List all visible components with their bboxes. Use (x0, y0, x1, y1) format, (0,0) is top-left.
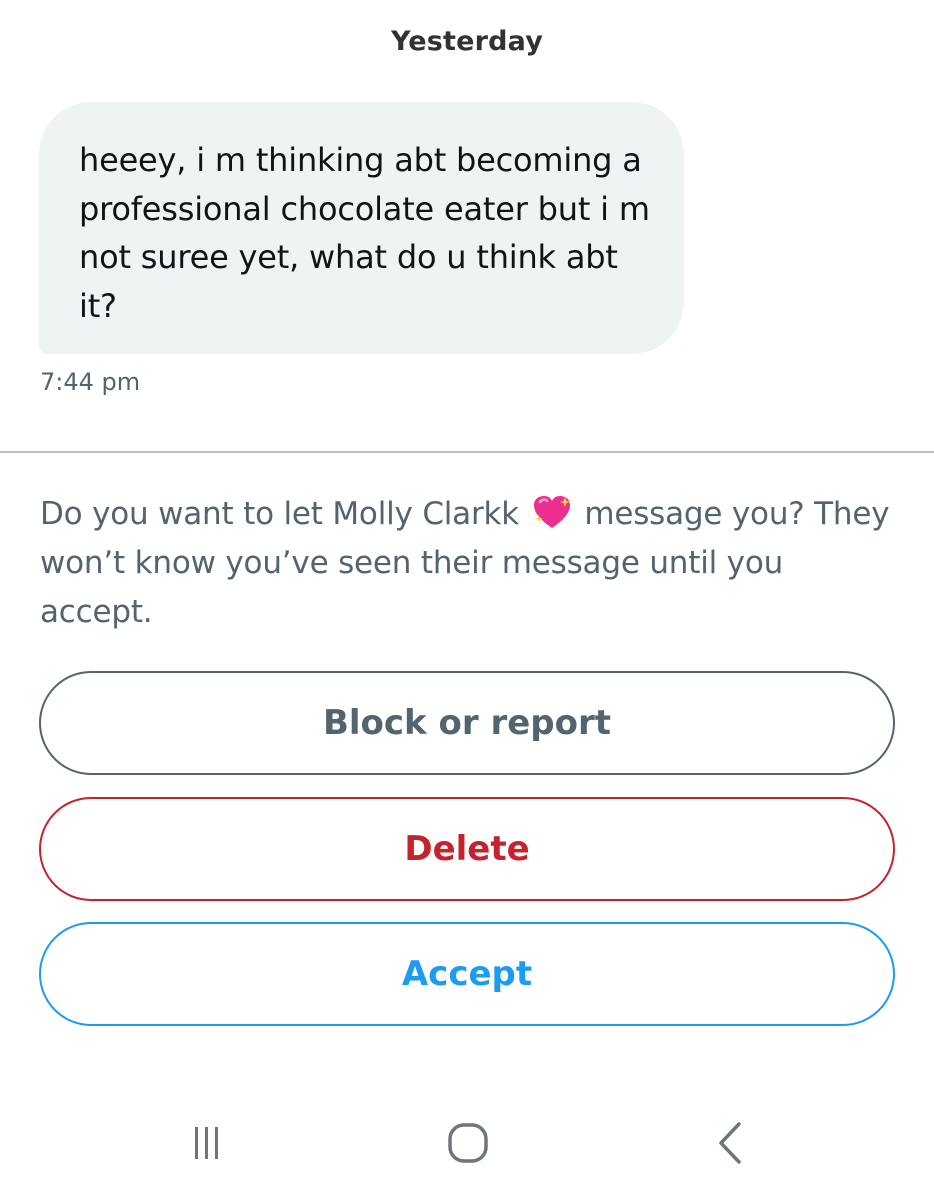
system-navigation-bar (0, 1100, 934, 1200)
recent-apps-icon (195, 1127, 218, 1159)
delete-label: Delete (404, 829, 530, 869)
home-button[interactable] (438, 1118, 498, 1168)
divider (0, 451, 934, 453)
message-request-prompt: Do you want to let Molly Clarkk message … (40, 490, 900, 637)
home-icon (448, 1123, 488, 1163)
block-or-report-button[interactable]: Block or report (39, 671, 895, 775)
accept-button[interactable]: Accept (39, 922, 895, 1026)
back-icon (719, 1122, 741, 1164)
back-button[interactable] (700, 1118, 760, 1168)
message-bubble[interactable]: heeey, i m thinking abt becoming a profe… (39, 102, 684, 354)
date-header: Yesterday (390, 26, 544, 57)
sparkling-heart-icon (533, 496, 570, 528)
block-or-report-label: Block or report (322, 703, 612, 743)
recent-apps-button[interactable] (176, 1118, 236, 1168)
delete-button[interactable]: Delete (39, 797, 895, 901)
prompt-text-start: Do you want to let Molly Clarkk (40, 496, 520, 532)
accept-label: Accept (401, 954, 533, 994)
message-text: heeey, i m thinking abt becoming a profe… (79, 141, 650, 325)
message-timestamp: 7:44 pm (40, 368, 141, 396)
